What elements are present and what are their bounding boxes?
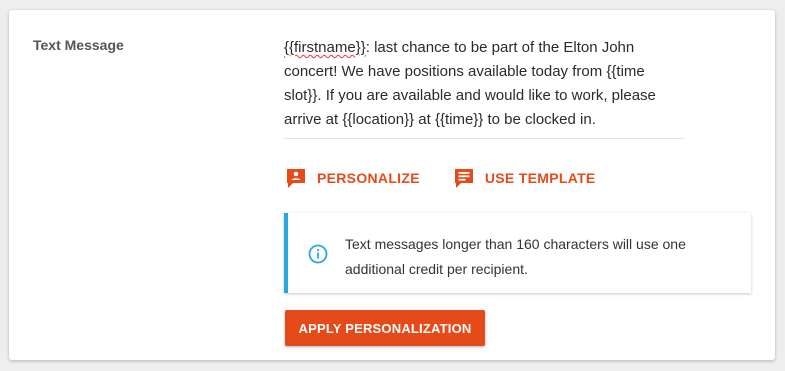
personalize-icon xyxy=(285,167,307,189)
info-callout: Text messages longer than 160 characters… xyxy=(284,213,751,293)
message-actions: PERSONALIZE USE TEMPLATE xyxy=(285,167,596,189)
use-template-button[interactable]: USE TEMPLATE xyxy=(453,167,596,189)
info-text: Text messages longer than 160 characters… xyxy=(345,236,686,277)
use-template-label: USE TEMPLATE xyxy=(484,170,596,186)
message-textarea[interactable]: {{firstname}}: last chance to be part of… xyxy=(284,36,684,139)
template-icon xyxy=(453,167,475,189)
personalize-button[interactable]: PERSONALIZE xyxy=(285,167,420,189)
apply-personalization-button[interactable]: APPLY PERSONALIZATION xyxy=(285,310,485,346)
spellcheck-token: {{firstname}} xyxy=(284,39,366,56)
personalize-label: PERSONALIZE xyxy=(317,170,420,186)
info-icon xyxy=(308,244,328,269)
text-message-card: Text Message {{firstname}}: last chance … xyxy=(9,10,775,360)
field-label: Text Message xyxy=(33,37,124,53)
